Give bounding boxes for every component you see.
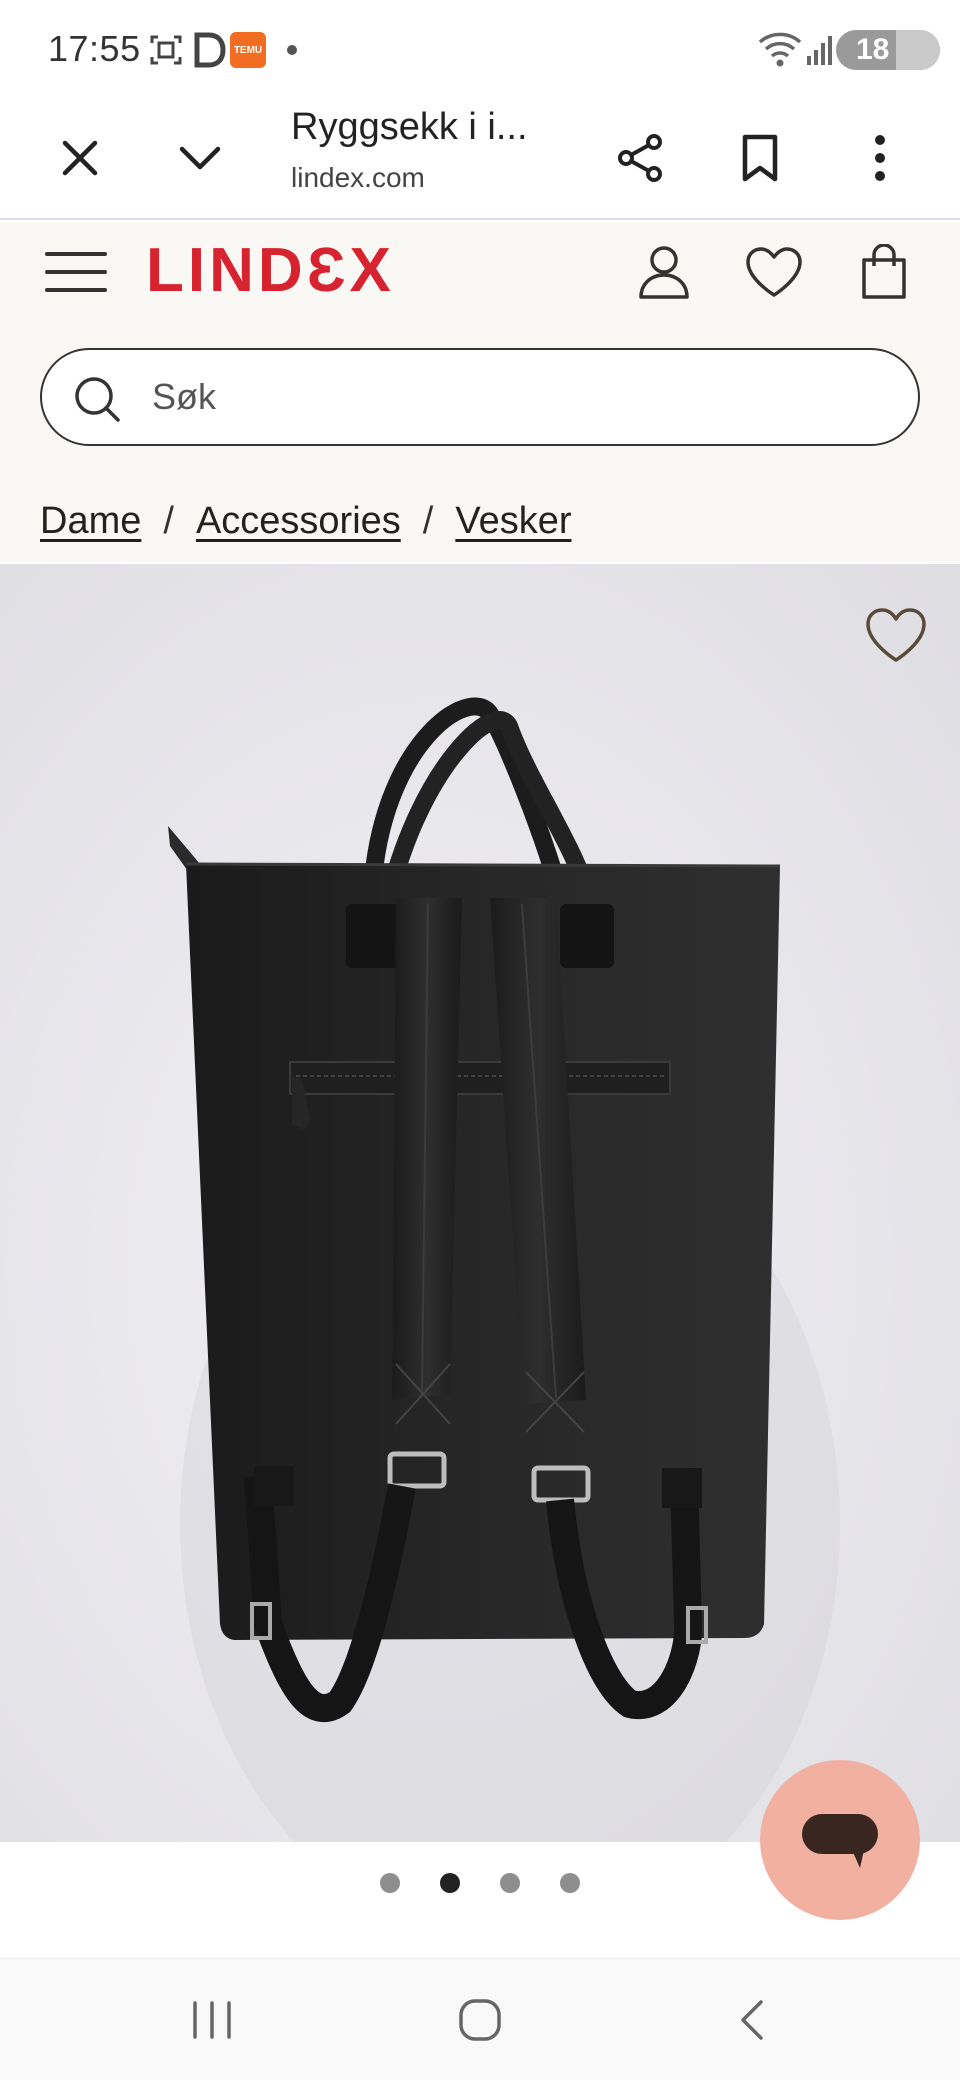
breadcrumb-item-vesker[interactable]: Vesker <box>455 500 571 543</box>
signal-icon <box>806 30 834 70</box>
breadcrumb: Dame / Accessories / Vesker <box>40 496 572 546</box>
heart-icon[interactable] <box>738 236 810 308</box>
screenshot-icon <box>146 30 186 70</box>
product-image[interactable] <box>0 564 960 1842</box>
back-icon[interactable] <box>712 1990 792 2050</box>
menu-icon[interactable] <box>40 236 112 308</box>
favorite-icon[interactable] <box>864 606 928 670</box>
bag-icon[interactable] <box>848 236 920 308</box>
carousel-dot-4[interactable] <box>560 1873 580 1893</box>
status-time: 17:55 <box>48 28 141 69</box>
search-icon <box>72 374 122 424</box>
chat-bubble-icon <box>802 1814 878 1868</box>
lindex-logo[interactable]: LINDƐX <box>146 235 395 306</box>
breadcrumb-item-dame[interactable]: Dame <box>40 500 141 543</box>
status-bar: 17:55 TEMU 18 <box>0 0 960 96</box>
share-icon[interactable] <box>601 118 681 198</box>
search-placeholder[interactable]: Søk <box>152 376 216 418</box>
battery-indicator: 18 <box>836 30 940 70</box>
more-vert-icon[interactable] <box>840 118 920 198</box>
temu-label: TEMU <box>233 44 263 56</box>
home-icon[interactable] <box>440 1990 520 2050</box>
carousel-dot-3[interactable] <box>500 1873 520 1893</box>
breadcrumb-item-accessories[interactable]: Accessories <box>196 500 401 543</box>
battery-level: 18 <box>856 33 890 66</box>
bookmark-icon[interactable] <box>720 118 800 198</box>
carousel-dot-1[interactable] <box>380 1873 400 1893</box>
temu-icon: TEMU <box>230 32 266 68</box>
d-app-icon <box>192 30 228 70</box>
breadcrumb-separator: / <box>422 499 434 542</box>
notification-dot-icon <box>284 30 300 70</box>
close-icon[interactable] <box>40 118 120 198</box>
carousel-dot-2[interactable] <box>440 1873 460 1893</box>
recent-apps-icon[interactable] <box>172 1990 252 2050</box>
chevron-down-icon[interactable] <box>160 118 240 198</box>
page-url[interactable]: lindex.com <box>291 162 425 194</box>
breadcrumb-separator: / <box>163 499 174 542</box>
page-title[interactable]: Ryggsekk i i... <box>291 106 528 149</box>
wifi-icon <box>758 30 802 70</box>
chat-button[interactable] <box>760 1760 920 1920</box>
user-icon[interactable] <box>628 236 700 308</box>
